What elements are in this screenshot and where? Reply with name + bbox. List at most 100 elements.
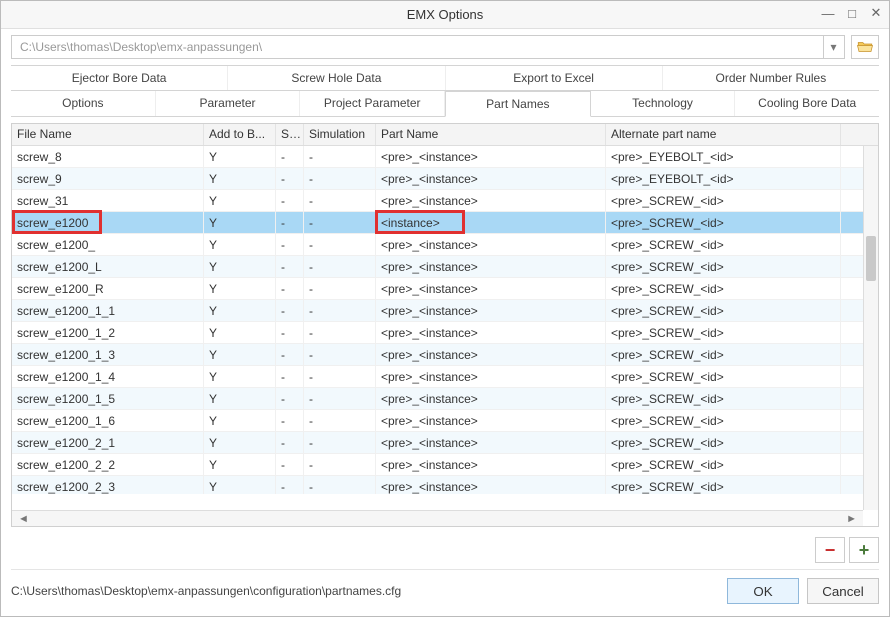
config-path-text: C:\Users\thomas\Desktop\emx-anpassungen\ [20,40,262,54]
cell-add-to-bom: Y [204,366,276,387]
cell-add-to-bom: Y [204,322,276,343]
cell-s: - [276,388,304,409]
add-row-button[interactable]: + [849,537,879,563]
table-row[interactable]: screw_e1200_1_1Y--<pre>_<instance><pre>_… [12,300,878,322]
col-part-name[interactable]: Part Name [376,124,606,145]
table-row[interactable]: screw_e1200_RY--<pre>_<instance><pre>_SC… [12,278,878,300]
cell-add-to-bom: Y [204,146,276,167]
cell-file-name: screw_e1200_R [12,278,204,299]
cell-file-name: screw_e1200_1_2 [12,322,204,343]
footer-config-path: C:\Users\thomas\Desktop\emx-anpassungen\… [11,584,719,598]
cell-file-name: screw_8 [12,146,204,167]
cell-simulation: - [304,322,376,343]
cell-s: - [276,278,304,299]
cell-simulation: - [304,410,376,431]
close-icon[interactable]: ✕ [869,6,883,20]
cell-s: - [276,410,304,431]
table-row[interactable]: screw_9Y--<pre>_<instance><pre>_EYEBOLT_… [12,168,878,190]
cell-alternate: <pre>_SCREW_<id> [606,366,841,387]
grid-body: screw_8Y--<pre>_<instance><pre>_EYEBOLT_… [12,146,878,494]
minimize-icon[interactable]: — [821,6,835,20]
cell-file-name: screw_e1200 [12,212,204,233]
cell-simulation: - [304,212,376,233]
table-row[interactable]: screw_e1200_2_2Y--<pre>_<instance><pre>_… [12,454,878,476]
window-title: EMX Options [407,7,484,22]
chevron-down-icon: ▾ [830,40,836,54]
table-row[interactable]: screw_e1200_2_1Y--<pre>_<instance><pre>_… [12,432,878,454]
tab-bottom-1[interactable]: Parameter [156,91,301,116]
dialog-window: EMX Options — □ ✕ C:\Users\thomas\Deskto… [0,0,890,617]
cell-part-name: <pre>_<instance> [376,234,606,255]
table-row[interactable]: screw_8Y--<pre>_<instance><pre>_EYEBOLT_… [12,146,878,168]
cell-file-name: screw_e1200_1_6 [12,410,204,431]
scroll-right-icon[interactable]: ► [846,513,857,525]
cell-file-name: screw_e1200_1_3 [12,344,204,365]
table-row[interactable]: screw_e1200_LY--<pre>_<instance><pre>_SC… [12,256,878,278]
cell-part-name: <pre>_<instance> [376,168,606,189]
tab-top-2[interactable]: Export to Excel [446,66,663,90]
cell-alternate: <pre>_SCREW_<id> [606,476,841,494]
config-path-input[interactable]: C:\Users\thomas\Desktop\emx-anpassungen\ [11,35,824,59]
cell-alternate: <pre>_SCREW_<id> [606,212,841,233]
cell-file-name: screw_e1200_L [12,256,204,277]
cancel-button[interactable]: Cancel [807,578,879,604]
col-alternate[interactable]: Alternate part name [606,124,841,145]
cell-alternate: <pre>_SCREW_<id> [606,300,841,321]
path-dropdown-button[interactable]: ▾ [823,35,845,59]
cell-simulation: - [304,146,376,167]
cell-s: - [276,168,304,189]
table-row[interactable]: screw_e1200_1_4Y--<pre>_<instance><pre>_… [12,366,878,388]
table-row[interactable]: screw_e1200_1_5Y--<pre>_<instance><pre>_… [12,388,878,410]
cell-alternate: <pre>_SCREW_<id> [606,344,841,365]
table-row[interactable]: screw_e1200_Y--<pre>_<instance><pre>_SCR… [12,234,878,256]
cell-file-name: screw_e1200_1_5 [12,388,204,409]
cell-simulation: - [304,278,376,299]
tab-top-3[interactable]: Order Number Rules [663,66,879,90]
cell-part-name: <pre>_<instance> [376,278,606,299]
vertical-scrollbar[interactable] [863,146,878,510]
table-row[interactable]: screw_e1200_1_2Y--<pre>_<instance><pre>_… [12,322,878,344]
cell-add-to-bom: Y [204,388,276,409]
cell-file-name: screw_e1200_2_3 [12,476,204,494]
cell-add-to-bom: Y [204,454,276,475]
table-row[interactable]: screw_e1200_1_3Y--<pre>_<instance><pre>_… [12,344,878,366]
cell-alternate: <pre>_EYEBOLT_<id> [606,168,841,189]
cell-part-name: <instance> [376,212,606,233]
tab-bottom-4[interactable]: Technology [591,91,736,116]
table-row[interactable]: screw_31Y--<pre>_<instance><pre>_SCREW_<… [12,190,878,212]
scrollbar-thumb[interactable] [866,236,876,281]
open-folder-button[interactable] [851,35,879,59]
tab-bottom-3[interactable]: Part Names [445,91,591,117]
cell-file-name: screw_e1200_2_1 [12,432,204,453]
scroll-left-icon[interactable]: ◄ [18,513,29,525]
cell-add-to-bom: Y [204,278,276,299]
tab-bottom-2[interactable]: Project Parameter [300,91,445,116]
tabs-row-bottom: OptionsParameterProject ParameterPart Na… [11,91,879,117]
cell-simulation: - [304,432,376,453]
col-add-to-bom[interactable]: Add to B... [204,124,276,145]
cell-s: - [276,476,304,494]
horizontal-scrollbar[interactable]: ◄ ► [12,510,863,526]
cell-part-name: <pre>_<instance> [376,146,606,167]
cell-s: - [276,366,304,387]
cell-add-to-bom: Y [204,344,276,365]
table-row[interactable]: screw_e1200Y--<instance><pre>_SCREW_<id> [12,212,878,234]
cell-s: - [276,190,304,211]
remove-row-button[interactable]: − [815,537,845,563]
maximize-icon[interactable]: □ [845,6,859,20]
table-row[interactable]: screw_e1200_1_6Y--<pre>_<instance><pre>_… [12,410,878,432]
tab-top-0[interactable]: Ejector Bore Data [11,66,228,90]
cell-alternate: <pre>_SCREW_<id> [606,256,841,277]
col-simulation[interactable]: Simulation [304,124,376,145]
table-row[interactable]: screw_e1200_2_3Y--<pre>_<instance><pre>_… [12,476,878,494]
cell-simulation: - [304,190,376,211]
cell-part-name: <pre>_<instance> [376,366,606,387]
tab-bottom-5[interactable]: Cooling Bore Data [735,91,879,116]
cell-s: - [276,454,304,475]
col-s[interactable]: S... [276,124,304,145]
col-file-name[interactable]: File Name [12,124,204,145]
tab-bottom-0[interactable]: Options [11,91,156,116]
ok-button[interactable]: OK [727,578,799,604]
cell-part-name: <pre>_<instance> [376,476,606,494]
tab-top-1[interactable]: Screw Hole Data [228,66,445,90]
